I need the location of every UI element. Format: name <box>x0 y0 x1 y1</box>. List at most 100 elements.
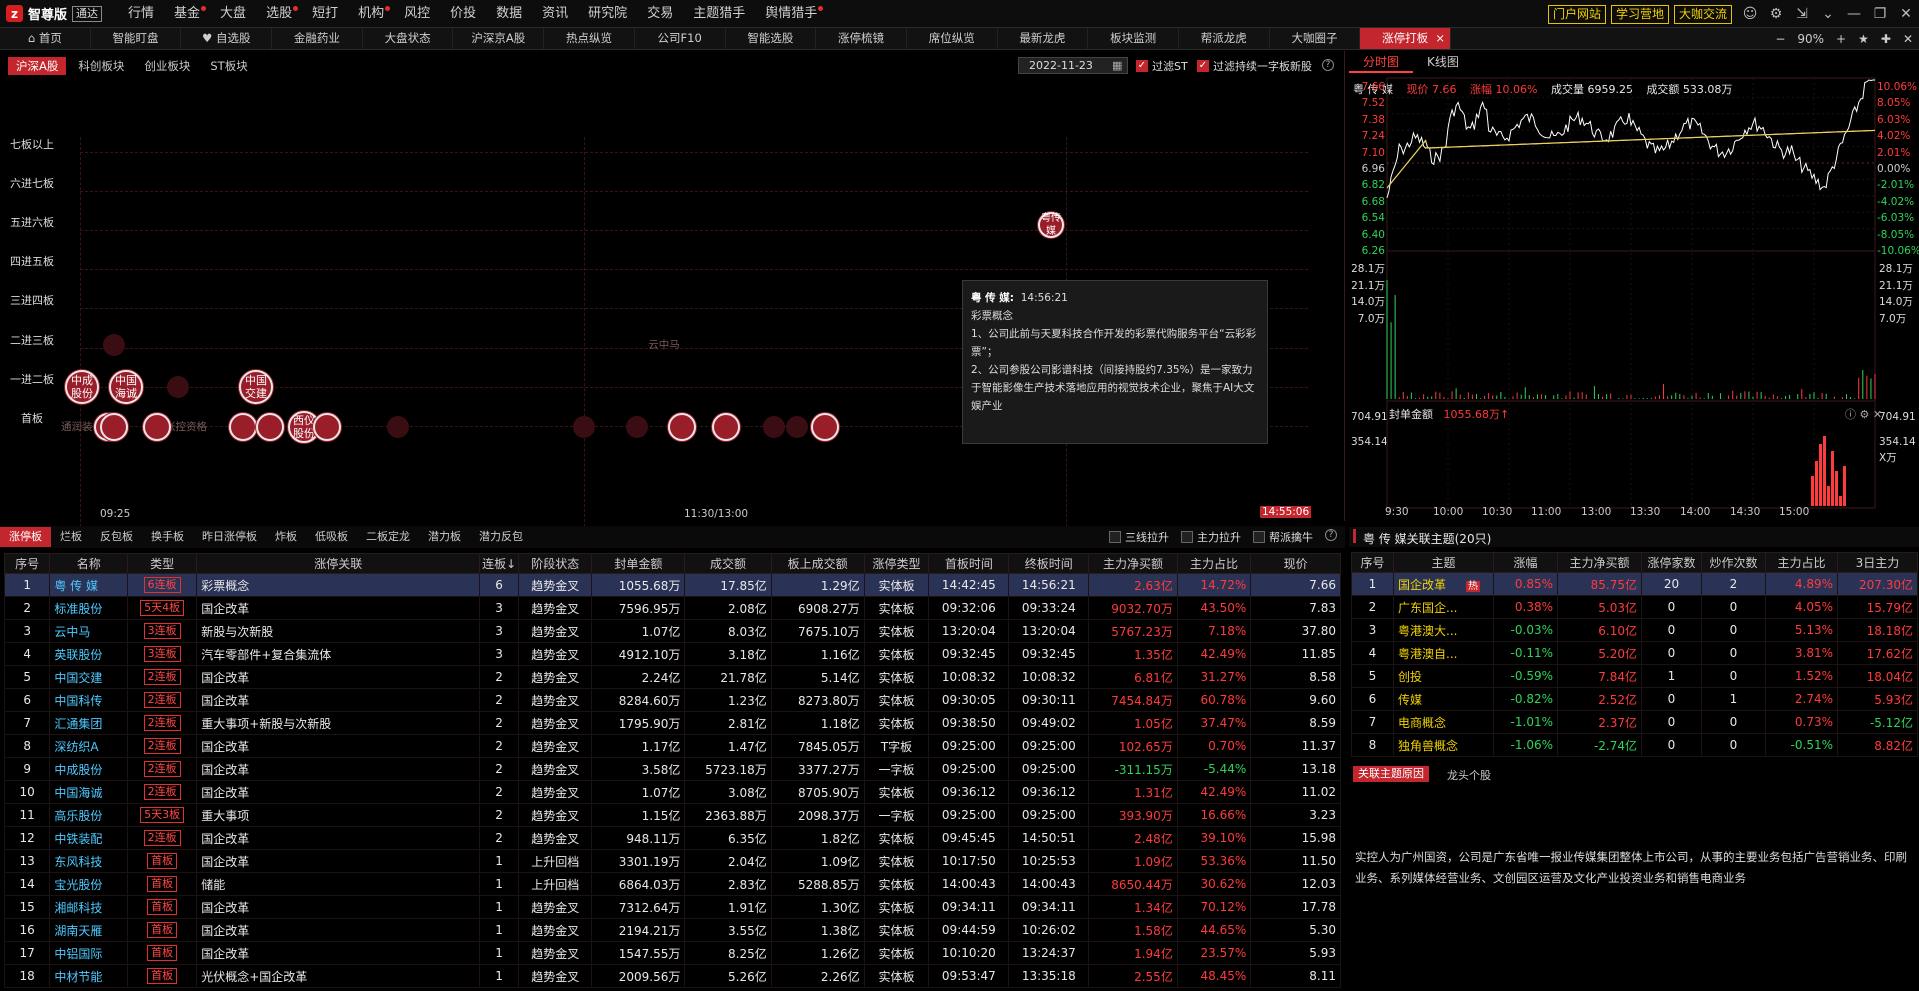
tab-leader-stocks[interactable]: 龙头个股 <box>1447 767 1491 783</box>
check-main-force[interactable]: 主力拉升 <box>1181 529 1241 545</box>
limit-up-bubble-faint[interactable] <box>167 376 189 398</box>
table-row[interactable]: 10 中国海诚 2连板 国企改革 2 趋势金叉 1.07亿 3.08亿 8705.90万 实体板 0… <box>3 780 1341 804</box>
tab-theme-reason[interactable]: 关联主题原因 <box>1353 766 1429 782</box>
menu-item-3[interactable]: 选股 <box>256 0 302 28</box>
table-row[interactable]: 9 中成股份 2连板 国企改革 2 趋势金叉 3.58亿 5723.18万 3377.27万 一字… <box>3 757 1341 781</box>
check-three-line[interactable]: 三线拉升 <box>1109 529 1169 545</box>
tab-1[interactable]: 智能盯盘 <box>91 28 182 49</box>
table-row[interactable]: 8 深纺织A 2连板 国企改革 2 趋势金叉 1.17亿 1.47亿 7845.05万 T字板 09… <box>3 734 1341 758</box>
restore-icon[interactable]: ❐ <box>1867 0 1893 28</box>
theme-column-header[interactable]: 3日主力 <box>1837 552 1918 573</box>
limit-up-bubble[interactable]: 中成股份 <box>65 370 99 404</box>
filter-tab-9[interactable]: 潜力反包 <box>470 527 532 547</box>
table-row[interactable]: 15 湘邮科技 首板 国企改革 1 趋势金叉 7312.64万 1.91亿 1.30亿 实体板 09… <box>3 895 1341 919</box>
tab-4[interactable]: 大盘状态 <box>363 28 454 49</box>
tab-6[interactable]: 热点纵览 <box>544 28 635 49</box>
shrink-icon[interactable]: ⇲ <box>1789 0 1815 28</box>
minimize-icon[interactable]: — <box>1841 0 1867 28</box>
theme-row[interactable]: 8 独角兽概念 -1.06% -2.74亿 0 0 -0.51% 8.82亿 <box>1351 733 1918 757</box>
limit-up-bubble-faint[interactable] <box>103 334 125 356</box>
close-tab-icon[interactable]: × <box>1435 28 1445 49</box>
table-row[interactable]: 11 高乐股份 5天3板 重大事项 2 趋势金叉 1.15亿 2363.88万 2098.37万… <box>3 803 1341 827</box>
table-row[interactable]: 16 湖南天雁 首板 国企改革 1 趋势金叉 2194.21万 3.55亿 1.38亿 实体板 09… <box>3 918 1341 942</box>
portal-button[interactable]: 门户网站 <box>1547 4 1606 24</box>
filter-tab-3[interactable]: 换手板 <box>142 527 193 547</box>
tab-5[interactable]: 沪深京A股 <box>453 28 545 49</box>
table-row[interactable]: 7 汇通集团 2连板 重大事项+新股与次新股 2 趋势金叉 1795.90万 2.81亿 1.1… <box>3 711 1341 735</box>
theme-column-header[interactable]: 涨停家数 <box>1641 552 1702 573</box>
theme-row[interactable]: 5 创投 -0.59% 7.84亿 1 0 1.52% 18.04亿 <box>1351 664 1918 688</box>
column-header[interactable]: 连板↓ <box>479 553 520 574</box>
tab-0[interactable]: ⌂ 首页 <box>0 28 91 49</box>
filter-tab-2[interactable]: 反包板 <box>91 527 142 547</box>
menu-item-10[interactable]: 研究院 <box>578 0 637 28</box>
theme-row[interactable]: 2 广东国企... 0.38% 5.03亿 0 0 4.05% 15.79亿 <box>1351 595 1918 619</box>
column-header[interactable]: 名称 <box>49 553 129 574</box>
column-header[interactable]: 主力占比 <box>1176 553 1252 574</box>
theme-column-header[interactable]: 主题 <box>1393 552 1494 573</box>
limit-up-bubble-faint[interactable] <box>387 416 409 438</box>
limit-up-bubble[interactable] <box>811 413 839 441</box>
help-icon[interactable]: ? <box>1322 59 1334 71</box>
pin-icon[interactable]: ✚ <box>1875 32 1897 46</box>
tab-11[interactable]: 最新龙虎 <box>998 28 1089 49</box>
limit-up-bubble-faint[interactable]: 云中马 <box>640 330 688 360</box>
info-icon[interactable]: ⓘ <box>1845 408 1856 421</box>
tab-2[interactable]: ♥ 自选股 <box>181 28 273 49</box>
limit-up-bubble[interactable] <box>668 413 696 441</box>
column-header[interactable]: 终板时间 <box>1008 553 1090 574</box>
intraday-chart[interactable] <box>1349 51 1919 511</box>
tab-15[interactable]: 涨停打板 × <box>1360 28 1451 49</box>
subtab-1[interactable]: 科创板块 <box>70 57 132 75</box>
column-header[interactable]: 成交额 <box>684 553 772 574</box>
column-header[interactable]: 序号 <box>3 553 51 574</box>
theme-column-header[interactable]: 炒作次数 <box>1701 552 1766 573</box>
limit-up-bubble[interactable]: 中国海诚 <box>109 370 143 404</box>
tab-10[interactable]: 席位纵览 <box>907 28 998 49</box>
tab-14[interactable]: 大咖圈子 <box>1270 28 1361 49</box>
filter-tab-7[interactable]: 二板定龙 <box>357 527 419 547</box>
tab-8[interactable]: 智能选股 <box>726 28 817 49</box>
table-row[interactable]: 2 标准股份 5天4板 国企改革 3 趋势金叉 7596.95万 2.08亿 6908.27万实… <box>3 596 1341 620</box>
subtab-0[interactable]: 沪深A股 <box>8 57 67 75</box>
expert-chat-button[interactable]: 大咖交流 <box>1673 4 1732 24</box>
table-row[interactable]: 13 东风科技 首板 国企改革 1 上升回档 3301.19万 2.04亿 1.09亿 实体板 10… <box>3 849 1341 873</box>
close-icon[interactable]: ✕ <box>1893 0 1919 28</box>
column-header[interactable]: 封单金额 <box>591 553 686 574</box>
table-row[interactable]: 12 中铁装配 2连板 国企改革 2 趋势金叉 948.11万 6.35亿 1.82亿 实体板 09… <box>3 826 1341 850</box>
menu-item-8[interactable]: 数据 <box>486 0 532 28</box>
menu-item-5[interactable]: 机构 <box>348 0 394 28</box>
menu-item-11[interactable]: 交易 <box>637 0 683 28</box>
close-icon[interactable]: ✕ <box>1873 408 1882 421</box>
tab-13[interactable]: 帮派龙虎 <box>1179 28 1270 49</box>
limit-up-bubble[interactable] <box>256 413 284 441</box>
limit-up-bubble[interactable] <box>712 413 740 441</box>
help-icon[interactable]: ? <box>1325 529 1337 541</box>
tab-9[interactable]: 涨停梳镜 <box>816 28 907 49</box>
subtab-3[interactable]: ST板块 <box>202 57 255 75</box>
settings-icon[interactable]: ⚙ <box>1860 408 1870 421</box>
subtab-2[interactable]: 创业板块 <box>136 57 198 75</box>
column-header[interactable]: 首板时间 <box>928 553 1010 574</box>
zoom-in-icon[interactable]: + <box>1830 32 1852 46</box>
calendar-icon[interactable]: ▦ <box>1112 59 1122 72</box>
theme-column-header[interactable]: 主力净买额 <box>1557 552 1642 573</box>
filter-tab-8[interactable]: 潜力板 <box>419 527 470 547</box>
menu-item-13[interactable]: 舆情猎手 <box>755 0 827 28</box>
favorite-star-icon[interactable]: ★ <box>1852 32 1875 46</box>
theme-column-header[interactable]: 序号 <box>1351 552 1394 573</box>
column-header[interactable]: 阶段状态 <box>518 553 593 574</box>
settings-icon[interactable]: ⚙ <box>1763 0 1789 28</box>
column-header[interactable]: 主力净买额 <box>1088 553 1178 574</box>
limit-up-bubble[interactable]: 粤传媒 <box>1038 212 1064 238</box>
table-row[interactable]: 18 中材节能 首板 光伏概念+国企改革 1 趋势金叉 2009.56万 5.26亿 2.26亿… <box>3 964 1341 988</box>
column-header[interactable]: 类型 <box>127 553 198 574</box>
theme-row[interactable]: 3 粤港澳大... -0.03% 6.10亿 0 0 5.13% 18.18亿 <box>1351 618 1918 642</box>
menu-item-0[interactable]: 行情 <box>118 0 164 28</box>
theme-column-header[interactable]: 主力占比 <box>1765 552 1838 573</box>
limit-up-bubble[interactable] <box>143 413 171 441</box>
theme-column-header[interactable]: 涨幅 <box>1493 552 1558 573</box>
filter-tab-1[interactable]: 烂板 <box>51 527 91 547</box>
column-header[interactable]: 涨停关联 <box>196 553 481 574</box>
limit-up-bubble-faint[interactable] <box>573 416 595 438</box>
